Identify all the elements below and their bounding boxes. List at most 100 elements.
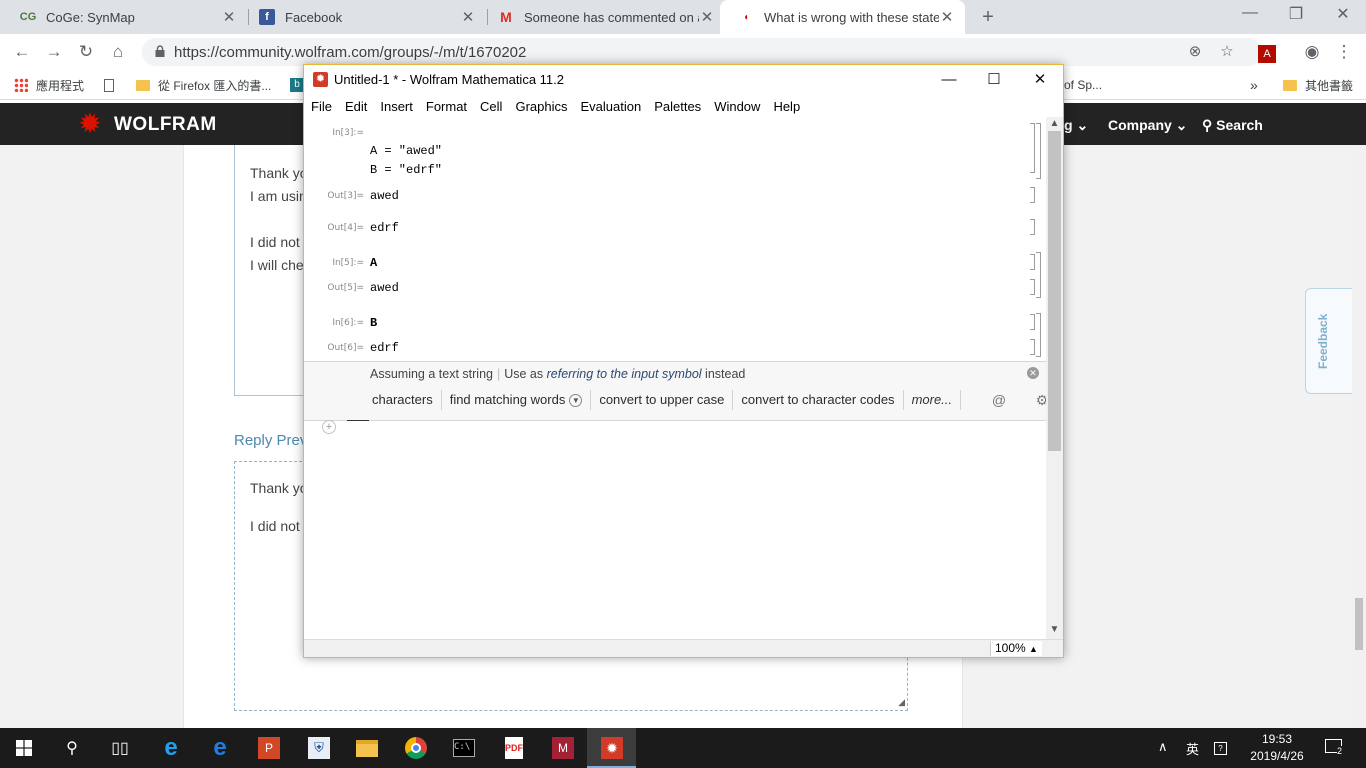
- menu-graphics[interactable]: Graphics: [515, 99, 567, 114]
- undo-spiral-icon[interactable]: @: [990, 392, 1008, 408]
- input-cell-line[interactable]: B = "edrf": [370, 163, 442, 177]
- chevron-up-icon[interactable]: ∧: [1158, 739, 1168, 755]
- bookmark-partial[interactable]: of Sp...: [1064, 76, 1102, 94]
- cell-bracket[interactable]: [1030, 123, 1035, 173]
- close-suggestions-icon[interactable]: ✕: [1027, 367, 1039, 379]
- command-prompt-icon[interactable]: C:\: [450, 734, 478, 762]
- scroll-down-icon[interactable]: ▼: [1048, 624, 1061, 636]
- cell-bracket[interactable]: [1030, 339, 1035, 355]
- menu-file[interactable]: File: [311, 99, 332, 114]
- site-nav-company[interactable]: Company ⌄: [1108, 117, 1187, 134]
- page-icon[interactable]: [104, 76, 114, 94]
- menu-cell[interactable]: Cell: [480, 99, 502, 114]
- close-tab-icon[interactable]: ✕: [460, 8, 476, 26]
- bookmark-star-icon[interactable]: ☆: [1217, 42, 1237, 62]
- reload-icon[interactable]: ↻: [74, 40, 98, 64]
- input-cell-line[interactable]: A = "awed": [370, 144, 442, 158]
- input-cell[interactable]: B: [370, 316, 377, 330]
- output-cell[interactable]: awed: [370, 189, 399, 203]
- site-nav-search[interactable]: ⚲ Search: [1202, 117, 1263, 134]
- tab-coge-synmap[interactable]: CG CoGe: SynMap ✕: [2, 0, 247, 34]
- minimize-icon[interactable]: —: [926, 68, 972, 92]
- suggestion-character-codes-button[interactable]: convert to character codes: [733, 390, 904, 410]
- bookmarks-overflow[interactable]: »: [1250, 76, 1258, 94]
- notification-center-icon[interactable]: 2: [1325, 739, 1343, 756]
- internet-explorer-icon[interactable]: e: [157, 734, 185, 762]
- menu-icon[interactable]: ⋮: [1332, 40, 1356, 64]
- home-icon[interactable]: ⌂: [106, 40, 130, 64]
- translate-icon[interactable]: ⊗: [1185, 42, 1205, 62]
- input-cell[interactable]: A: [370, 256, 377, 270]
- notebook-area[interactable]: In[3]:= A = "awed" B = "edrf" Out[3]= aw…: [304, 117, 1046, 361]
- cell-bracket[interactable]: [1030, 314, 1035, 330]
- cell-bracket[interactable]: [1030, 219, 1035, 235]
- mendeley-icon[interactable]: M: [549, 734, 577, 762]
- chrome-icon[interactable]: [402, 734, 430, 762]
- menu-evaluation[interactable]: Evaluation: [580, 99, 641, 114]
- address-bar[interactable]: https://community.wolfram.com/groups/-/m…: [142, 38, 1262, 66]
- pdf-extension-icon[interactable]: A: [1255, 40, 1279, 64]
- referring-link[interactable]: referring to the input symbol: [547, 367, 702, 381]
- windows-start-icon[interactable]: [10, 734, 38, 762]
- cell-bracket[interactable]: [1030, 254, 1035, 270]
- back-icon[interactable]: ←: [10, 40, 34, 64]
- system-clock[interactable]: 19:53 2019/4/26: [1244, 731, 1310, 765]
- close-window-icon[interactable]: ✕: [1320, 4, 1366, 28]
- task-view-icon[interactable]: ▯▯: [106, 734, 134, 762]
- new-tab-icon[interactable]: +: [976, 5, 1000, 29]
- tab-wolfram-community[interactable]: ◖ What is wrong with these state ✕: [720, 0, 965, 34]
- bookmark-firefox-folder[interactable]: 從 Firefox 匯入的書...: [136, 76, 271, 94]
- menu-insert[interactable]: Insert: [380, 99, 413, 114]
- feedback-tab[interactable]: Feedback: [1305, 288, 1353, 394]
- menu-palettes[interactable]: Palettes: [654, 99, 701, 114]
- output-cell[interactable]: edrf: [370, 341, 399, 355]
- suggestion-characters-button[interactable]: characters: [364, 390, 442, 410]
- chevron-down-icon[interactable]: ▼: [569, 394, 583, 408]
- file-explorer-icon[interactable]: [353, 734, 381, 762]
- suggestion-find-matching-words-button[interactable]: find matching words ▼: [442, 390, 592, 410]
- maximize-icon[interactable]: ☐: [971, 68, 1017, 92]
- cell-bracket[interactable]: [1030, 279, 1035, 295]
- restore-icon[interactable]: ❐: [1273, 4, 1319, 28]
- bookmark-apps[interactable]: 應用程式: [14, 76, 84, 94]
- bookmark-other-folder[interactable]: 其他書籤: [1283, 76, 1353, 94]
- cell-bracket[interactable]: [1030, 187, 1035, 203]
- mathematica-titlebar[interactable]: ✹ Untitled-1 * - Wolfram Mathematica 11.…: [304, 65, 1063, 95]
- page-scrollbar-thumb[interactable]: [1355, 598, 1363, 650]
- output-cell[interactable]: awed: [370, 281, 399, 295]
- mathematica-taskbar-icon[interactable]: ✹: [598, 734, 626, 762]
- close-tab-icon[interactable]: ✕: [939, 8, 955, 26]
- forward-icon[interactable]: →: [42, 40, 66, 64]
- tab-gmail[interactable]: M Someone has commented on a ✕: [480, 0, 725, 34]
- suggestion-more-button[interactable]: more...: [904, 390, 962, 410]
- close-tab-icon[interactable]: ✕: [699, 8, 715, 26]
- minimize-icon[interactable]: —: [1227, 4, 1273, 28]
- suggestion-upper-case-button[interactable]: convert to upper case: [591, 390, 734, 410]
- search-icon[interactable]: ⚲: [58, 734, 86, 762]
- powerpoint-icon[interactable]: P: [255, 734, 283, 762]
- resize-handle-icon[interactable]: ◢: [898, 697, 905, 708]
- bookmark-partial-icon[interactable]: b: [290, 76, 304, 94]
- site-nav-partial[interactable]: g ⌄: [1064, 117, 1088, 134]
- cell-group-bracket[interactable]: [1036, 313, 1041, 357]
- wolfram-logo-icon[interactable]: ✹: [75, 109, 105, 139]
- cell-group-bracket[interactable]: [1036, 123, 1041, 179]
- wolfram-logo-text[interactable]: WOLFRAM: [114, 114, 217, 136]
- tab-facebook[interactable]: f Facebook ✕: [241, 0, 486, 34]
- output-cell[interactable]: edrf: [370, 221, 399, 235]
- cell-insertion-plus-icon[interactable]: +: [322, 420, 336, 434]
- close-window-icon[interactable]: ✕: [1017, 68, 1063, 92]
- menu-edit[interactable]: Edit: [345, 99, 367, 114]
- scroll-up-icon[interactable]: ▲: [1048, 118, 1061, 130]
- menu-window[interactable]: Window: [714, 99, 760, 114]
- notebook-scrollbar[interactable]: ▲ ▼: [1046, 117, 1063, 639]
- profile-icon[interactable]: ◉: [1300, 40, 1324, 64]
- input-method-icon[interactable]: ?: [1214, 739, 1227, 755]
- ime-indicator[interactable]: 英: [1186, 739, 1199, 758]
- edge-icon[interactable]: e: [206, 734, 234, 762]
- cell-group-bracket[interactable]: [1036, 252, 1041, 298]
- zoom-control[interactable]: 100% ▲: [990, 641, 1042, 656]
- menu-format[interactable]: Format: [426, 99, 467, 114]
- app-shield-icon[interactable]: ⛨: [305, 734, 333, 762]
- close-tab-icon[interactable]: ✕: [221, 8, 237, 26]
